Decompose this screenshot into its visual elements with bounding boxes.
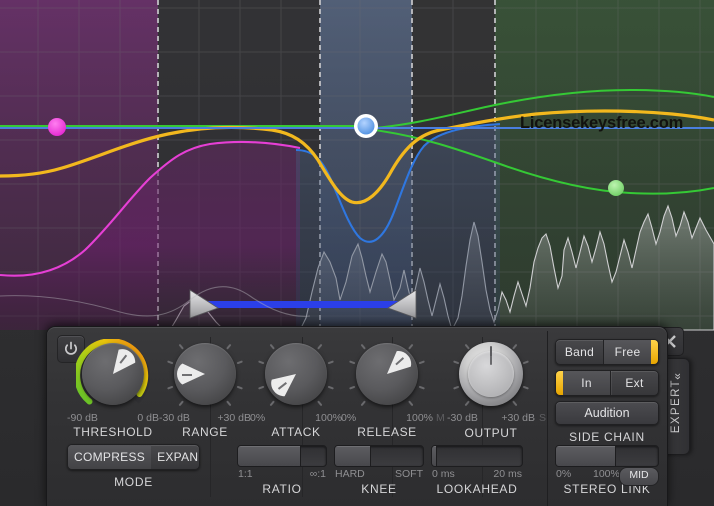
attack-knob[interactable] [265,343,327,405]
threshold-max: 0 dB [137,412,159,424]
ratio-caption: RATIO [262,482,302,496]
lookahead-slider[interactable] [431,445,523,467]
crossover-bar [190,301,416,308]
sidechain-row1-led [651,340,658,364]
release-min: 0% [341,412,357,424]
attack-range: 0% 100% [248,412,344,424]
mode-segmented-buttons: COMPRESS EXPAND [67,444,200,470]
knee-slider-fill [335,446,372,466]
sidechain-in-button[interactable]: In [563,371,610,395]
output-knob-wrap [436,339,546,411]
sidechain-in-ext-buttons: In Ext [555,370,659,396]
release-knob[interactable] [356,343,418,405]
release-knob-wrap [339,339,435,411]
range-knob[interactable] [174,343,236,405]
threshold-min: -90 dB [67,412,98,424]
sidechain-row2-led [556,371,563,395]
output-knob-notch-inner [490,356,492,365]
ratio-range: 1:1 ∞:1 [237,468,327,481]
knee-min: HARD [335,468,365,480]
control-panel: -90 dB 0 dB THRESHOLD -30 dB +30 dB RANG… [46,326,668,506]
attack-max: 100% [315,412,342,424]
output-range: M -30 dB +30 dB S [436,412,546,425]
sidechain-free-button[interactable]: Free [604,340,651,364]
lookahead-range: 0 ms 20 ms [431,468,523,481]
panel-divider-sidechain [547,331,548,506]
node-band-5 [608,180,624,196]
knee-slider[interactable] [334,445,424,467]
threshold-knob-wrap [65,339,161,411]
node-band-3-inner [357,117,375,135]
threshold-label: THRESHOLD [73,425,153,439]
side-chain-section: Band Free In Ext Audition SIDE CHAIN [555,339,659,444]
attack-min: 0% [250,412,266,424]
threshold-range: -90 dB 0 dB [65,412,161,424]
stereo-link-control: 0% 100% MID STEREO LINK [555,445,659,496]
mode-caption: MODE [114,475,153,489]
release-range: 0% 100% [339,412,435,424]
threshold-knob[interactable] [82,343,144,405]
range-min: -30 dB [159,412,190,424]
mode-expand-button[interactable]: EXPAND [151,445,199,469]
lookahead-caption: LOOKAHEAD [436,482,518,496]
release-label: RELEASE [357,425,417,439]
range-label: RANGE [182,425,228,439]
mode-control: COMPRESS EXPAND MODE [67,444,200,489]
knob-group-release: 0% 100% RELEASE [339,339,435,439]
output-prefix-m: M [436,412,445,424]
knee-range: HARD SOFT [334,468,424,481]
stereo-link-min: 0% [556,468,572,480]
sidechain-band-button[interactable]: Band [556,340,603,364]
stereo-link-slider-fill [556,446,617,466]
output-min: -30 dB [447,412,478,424]
knob-group-attack: 0% 100% ATTACK [248,339,344,439]
stereo-link-mid-button[interactable]: MID [619,467,659,486]
range-range: -30 dB +30 dB [157,412,253,424]
lookahead-slider-fill [432,446,437,466]
sidechain-ext-button[interactable]: Ext [611,371,658,395]
sidechain-band-free-buttons: Band Free [555,339,659,365]
node-band-1 [48,118,66,136]
knob-group-output: M -30 dB +30 dB S OUTPUT [436,339,546,440]
expert-tab-label: EXPERT [670,379,682,434]
stereo-link-range: 0% 100% MID [555,467,659,486]
mode-compress-button[interactable]: COMPRESS [68,445,152,469]
knob-group-range: -30 dB +30 dB RANGE [157,339,253,439]
stereo-link-max: 100% [593,468,620,480]
ratio-control: 1:1 ∞:1 RATIO [237,445,327,496]
lookahead-max: 20 ms [493,468,522,480]
knob-group-threshold: -90 dB 0 dB THRESHOLD [65,339,161,439]
output-label: OUTPUT [464,426,518,440]
lookahead-min: 0 ms [432,468,455,480]
release-max: 100% [406,412,433,424]
stereo-link-slider[interactable] [555,445,659,467]
ratio-slider[interactable] [237,445,327,467]
attack-label: ATTACK [271,425,321,439]
knee-control: HARD SOFT KNEE [334,445,424,496]
audition-button[interactable]: Audition [555,401,659,425]
output-max: +30 dB [501,412,535,424]
output-suffix-s: S [538,412,546,424]
output-knob[interactable] [459,342,523,406]
plugin-window: Licensekeysfree.com « EXPERT -90 dB 0 dB… [0,0,714,506]
knee-caption: KNEE [361,482,397,496]
ratio-max: ∞:1 [309,468,326,480]
range-max: +30 dB [217,412,251,424]
ratio-min: 1:1 [238,468,253,480]
side-chain-caption: SIDE CHAIN [569,430,645,444]
range-knob-wrap [157,339,253,411]
lookahead-control: 0 ms 20 ms LOOKAHEAD [431,445,523,496]
attack-knob-wrap [248,339,344,411]
watermark-text: Licensekeysfree.com [520,114,684,132]
ratio-slider-fill [238,446,301,466]
knee-max: SOFT [395,468,423,480]
